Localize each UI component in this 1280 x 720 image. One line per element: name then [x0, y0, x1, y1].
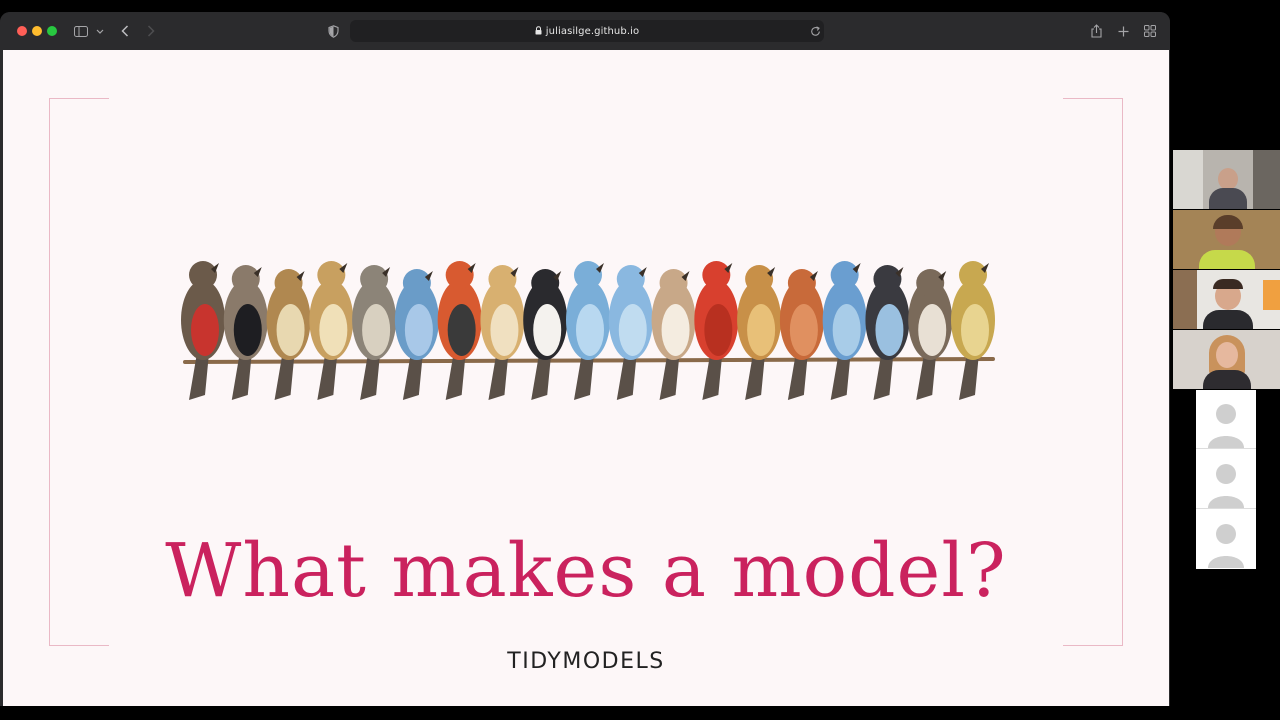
bird [822, 261, 867, 400]
new-tab-icon[interactable] [1116, 22, 1130, 40]
lock-icon [535, 22, 542, 40]
participant-video-gallery [1173, 150, 1280, 390]
back-icon[interactable] [118, 22, 132, 40]
bird [181, 261, 225, 400]
zoom-window-button[interactable] [47, 26, 57, 36]
participant-avatar-tile[interactable] [1196, 390, 1256, 449]
address-bar[interactable]: juliasilge.github.io [350, 20, 824, 42]
sidebar-icon[interactable] [73, 22, 89, 40]
participant-video-tile[interactable] [1173, 150, 1280, 209]
close-window-button[interactable] [17, 26, 27, 36]
frame-mask-bottom [109, 644, 1063, 647]
bird [566, 261, 610, 400]
shield-icon[interactable] [326, 22, 340, 40]
bird [694, 261, 739, 400]
bird [951, 261, 995, 400]
bird [737, 265, 782, 400]
bird [908, 269, 953, 400]
frame-mask-top [109, 97, 1063, 100]
reload-icon[interactable] [808, 22, 822, 40]
person-icon [1208, 464, 1244, 508]
tab-overview-icon[interactable] [1143, 22, 1157, 40]
share-icon[interactable] [1089, 22, 1103, 40]
presentation-slide: What makes a model? TIDYMODELS [3, 50, 1169, 706]
slide-title: What makes a model? [165, 528, 1007, 614]
bird [223, 265, 268, 400]
browser-window: juliasilge.github.io What makes a model?… [0, 12, 1170, 706]
url-text: juliasilge.github.io [545, 25, 640, 37]
bird [352, 265, 397, 400]
bird [523, 269, 568, 400]
bird [608, 265, 653, 400]
bird [865, 265, 910, 400]
participant-avatar-list [1196, 390, 1256, 569]
bird [480, 265, 525, 400]
bird [309, 261, 354, 400]
bird [394, 269, 439, 400]
screen: juliasilge.github.io What makes a model?… [0, 0, 1280, 720]
chevron-down-icon[interactable] [95, 22, 105, 40]
participant-video-tile[interactable] [1173, 210, 1280, 269]
slide-subtitle: TIDYMODELS [507, 649, 665, 674]
participant-video-tile[interactable] [1173, 270, 1280, 329]
forward-icon[interactable] [144, 22, 158, 40]
bird [779, 269, 824, 400]
bird [437, 261, 482, 400]
browser-toolbar: juliasilge.github.io [0, 12, 1170, 50]
birds-on-branch-illustration [181, 261, 995, 400]
participant-avatar-tile[interactable] [1196, 450, 1256, 509]
bird [651, 269, 696, 400]
person-icon [1208, 404, 1244, 448]
person-icon [1208, 524, 1244, 568]
minimize-window-button[interactable] [32, 26, 42, 36]
bird [266, 269, 311, 400]
participant-avatar-tile[interactable] [1196, 510, 1256, 569]
participant-video-tile[interactable] [1173, 330, 1280, 389]
